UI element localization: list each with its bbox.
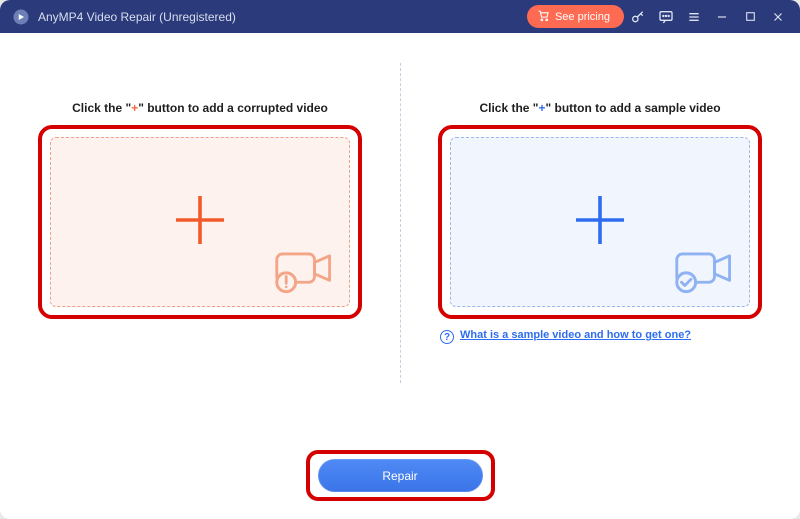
question-icon: ? xyxy=(440,330,454,344)
see-pricing-button[interactable]: See pricing xyxy=(527,5,624,28)
titlebar: AnyMP4 Video Repair (Unregistered) See p… xyxy=(0,0,800,33)
text: " button to add a sample video xyxy=(546,101,721,115)
highlight-box-left xyxy=(38,125,362,319)
corrupted-video-panel: Click the "+" button to add a corrupted … xyxy=(0,53,400,383)
minimize-button[interactable] xyxy=(708,0,736,33)
maximize-button[interactable] xyxy=(736,0,764,33)
text: Click the " xyxy=(479,101,538,115)
sample-help: ? What is a sample video and how to get … xyxy=(440,329,760,344)
highlight-box-repair: Repair xyxy=(306,450,495,501)
highlight-box-right xyxy=(438,125,762,319)
see-pricing-label: See pricing xyxy=(555,11,610,23)
text: " button to add a corrupted video xyxy=(138,101,328,115)
repair-button[interactable]: Repair xyxy=(318,459,483,492)
plus-blue-icon: + xyxy=(538,101,545,115)
plus-icon xyxy=(564,184,636,261)
plus-icon xyxy=(164,184,236,261)
corrupted-instruction: Click the "+" button to add a corrupted … xyxy=(72,101,328,115)
corrupted-camera-icon xyxy=(273,245,339,300)
cart-icon xyxy=(537,9,550,25)
feedback-icon[interactable] xyxy=(652,0,680,33)
vertical-divider xyxy=(400,63,401,383)
app-window: AnyMP4 Video Repair (Unregistered) See p… xyxy=(0,0,800,519)
sample-camera-icon xyxy=(673,245,739,300)
menu-icon[interactable] xyxy=(680,0,708,33)
text: Click the " xyxy=(72,101,131,115)
add-sample-video-dropzone[interactable] xyxy=(450,137,750,307)
repair-button-label: Repair xyxy=(382,469,417,483)
footer: Repair xyxy=(0,450,800,501)
add-corrupted-video-dropzone[interactable] xyxy=(50,137,350,307)
content-area: Click the "+" button to add a corrupted … xyxy=(0,33,800,519)
sample-help-link[interactable]: What is a sample video and how to get on… xyxy=(460,329,691,341)
app-title: AnyMP4 Video Repair (Unregistered) xyxy=(38,10,236,24)
panels: Click the "+" button to add a corrupted … xyxy=(0,53,800,383)
sample-video-panel: Click the "+" button to add a sample vid… xyxy=(400,53,800,383)
app-logo-icon xyxy=(12,8,30,26)
close-button[interactable] xyxy=(764,0,792,33)
key-icon[interactable] xyxy=(624,0,652,33)
sample-instruction: Click the "+" button to add a sample vid… xyxy=(479,101,720,115)
